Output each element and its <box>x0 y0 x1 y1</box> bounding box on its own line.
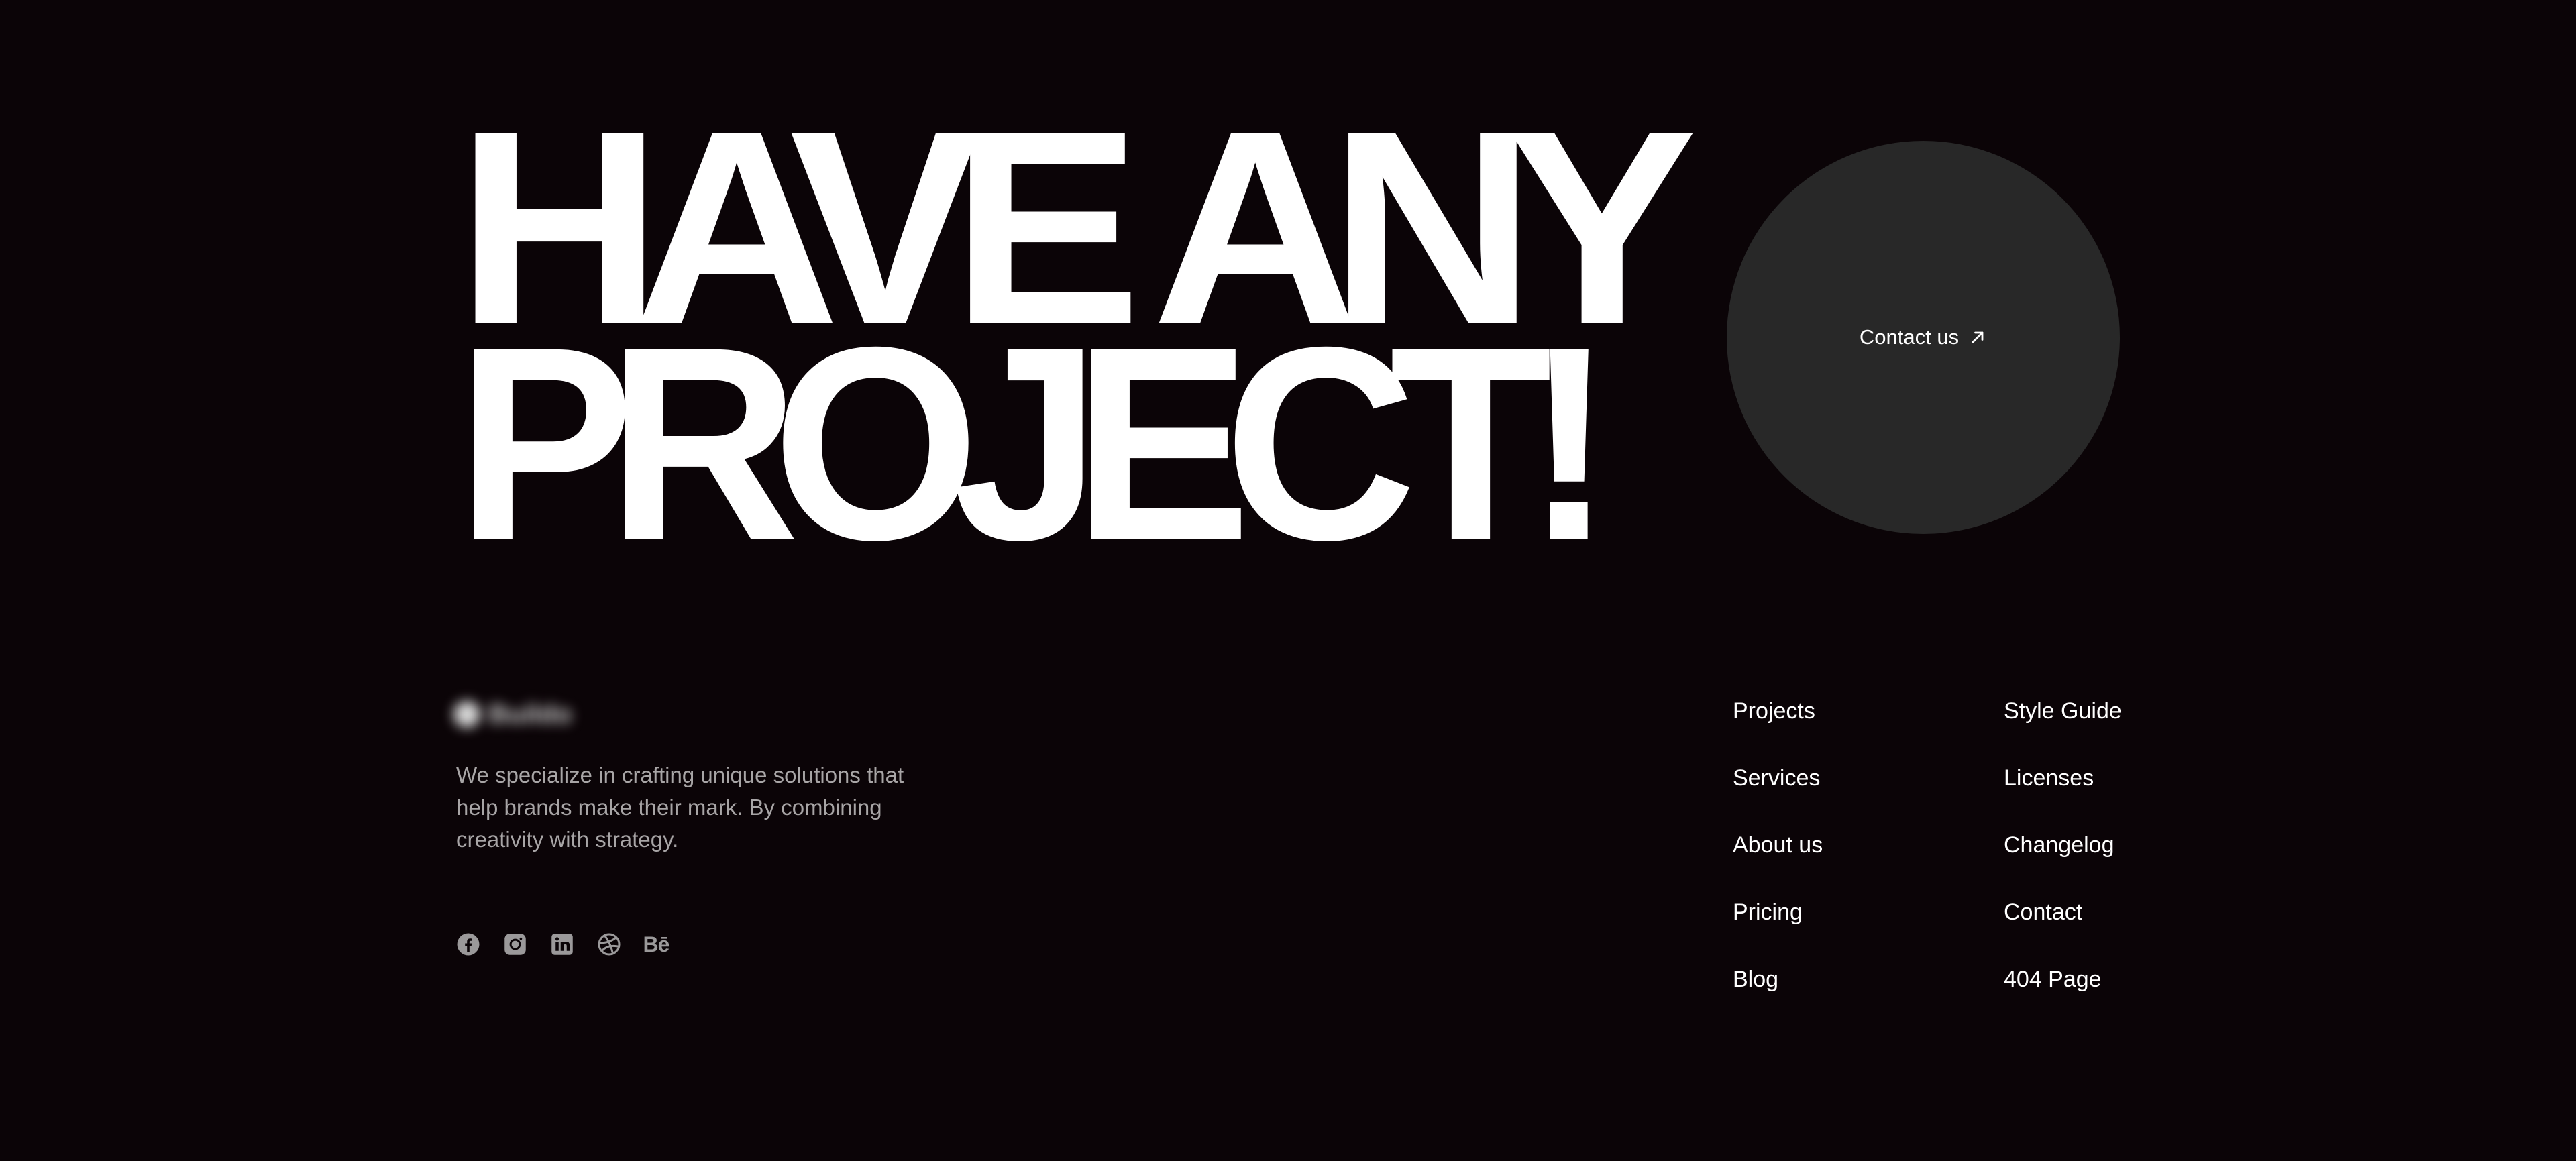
headline: HAVE ANY PROJECT! <box>456 90 1697 597</box>
footer-link-404-page[interactable]: 404 Page <box>2004 963 2102 995</box>
logo-mark <box>453 701 480 728</box>
social-links: Bē <box>456 932 670 956</box>
footer-nav-primary: Projects Services About us Pricing Blog <box>1733 695 1823 1030</box>
instagram-icon[interactable] <box>503 932 527 956</box>
footer-link-contact[interactable]: Contact <box>2004 896 2082 928</box>
footer-link-blog[interactable]: Blog <box>1733 963 1778 995</box>
contact-us-button[interactable]: Contact us <box>1727 141 2120 534</box>
dribbble-icon[interactable] <box>597 932 621 956</box>
headline-line-2: PROJECT! <box>456 290 1614 597</box>
behance-icon[interactable]: Bē <box>643 932 670 956</box>
brand-logo[interactable]: Buildo <box>453 695 597 734</box>
linkedin-icon[interactable] <box>550 932 574 956</box>
footer-link-services[interactable]: Services <box>1733 762 1820 794</box>
logo-wordmark: Buildo <box>488 699 572 729</box>
footer-link-projects[interactable]: Projects <box>1733 695 1815 727</box>
facebook-icon[interactable] <box>456 932 480 956</box>
footer-link-changelog[interactable]: Changelog <box>2004 829 2114 861</box>
footer-link-pricing[interactable]: Pricing <box>1733 896 1803 928</box>
behance-label: Bē <box>643 932 670 956</box>
arrow-up-right-icon <box>1968 328 1987 347</box>
footer-nav-secondary: Style Guide Licenses Changelog Contact 4… <box>2004 695 2122 1030</box>
brand-description: We specialize in crafting unique solutio… <box>456 763 904 852</box>
footer-section: HAVE ANY PROJECT! Contact us Buildo We s… <box>0 0 2576 1161</box>
footer-link-licenses[interactable]: Licenses <box>2004 762 2094 794</box>
footer-link-style-guide[interactable]: Style Guide <box>2004 695 2122 727</box>
contact-us-label: Contact us <box>1859 325 1960 349</box>
footer-link-about-us[interactable]: About us <box>1733 829 1823 861</box>
